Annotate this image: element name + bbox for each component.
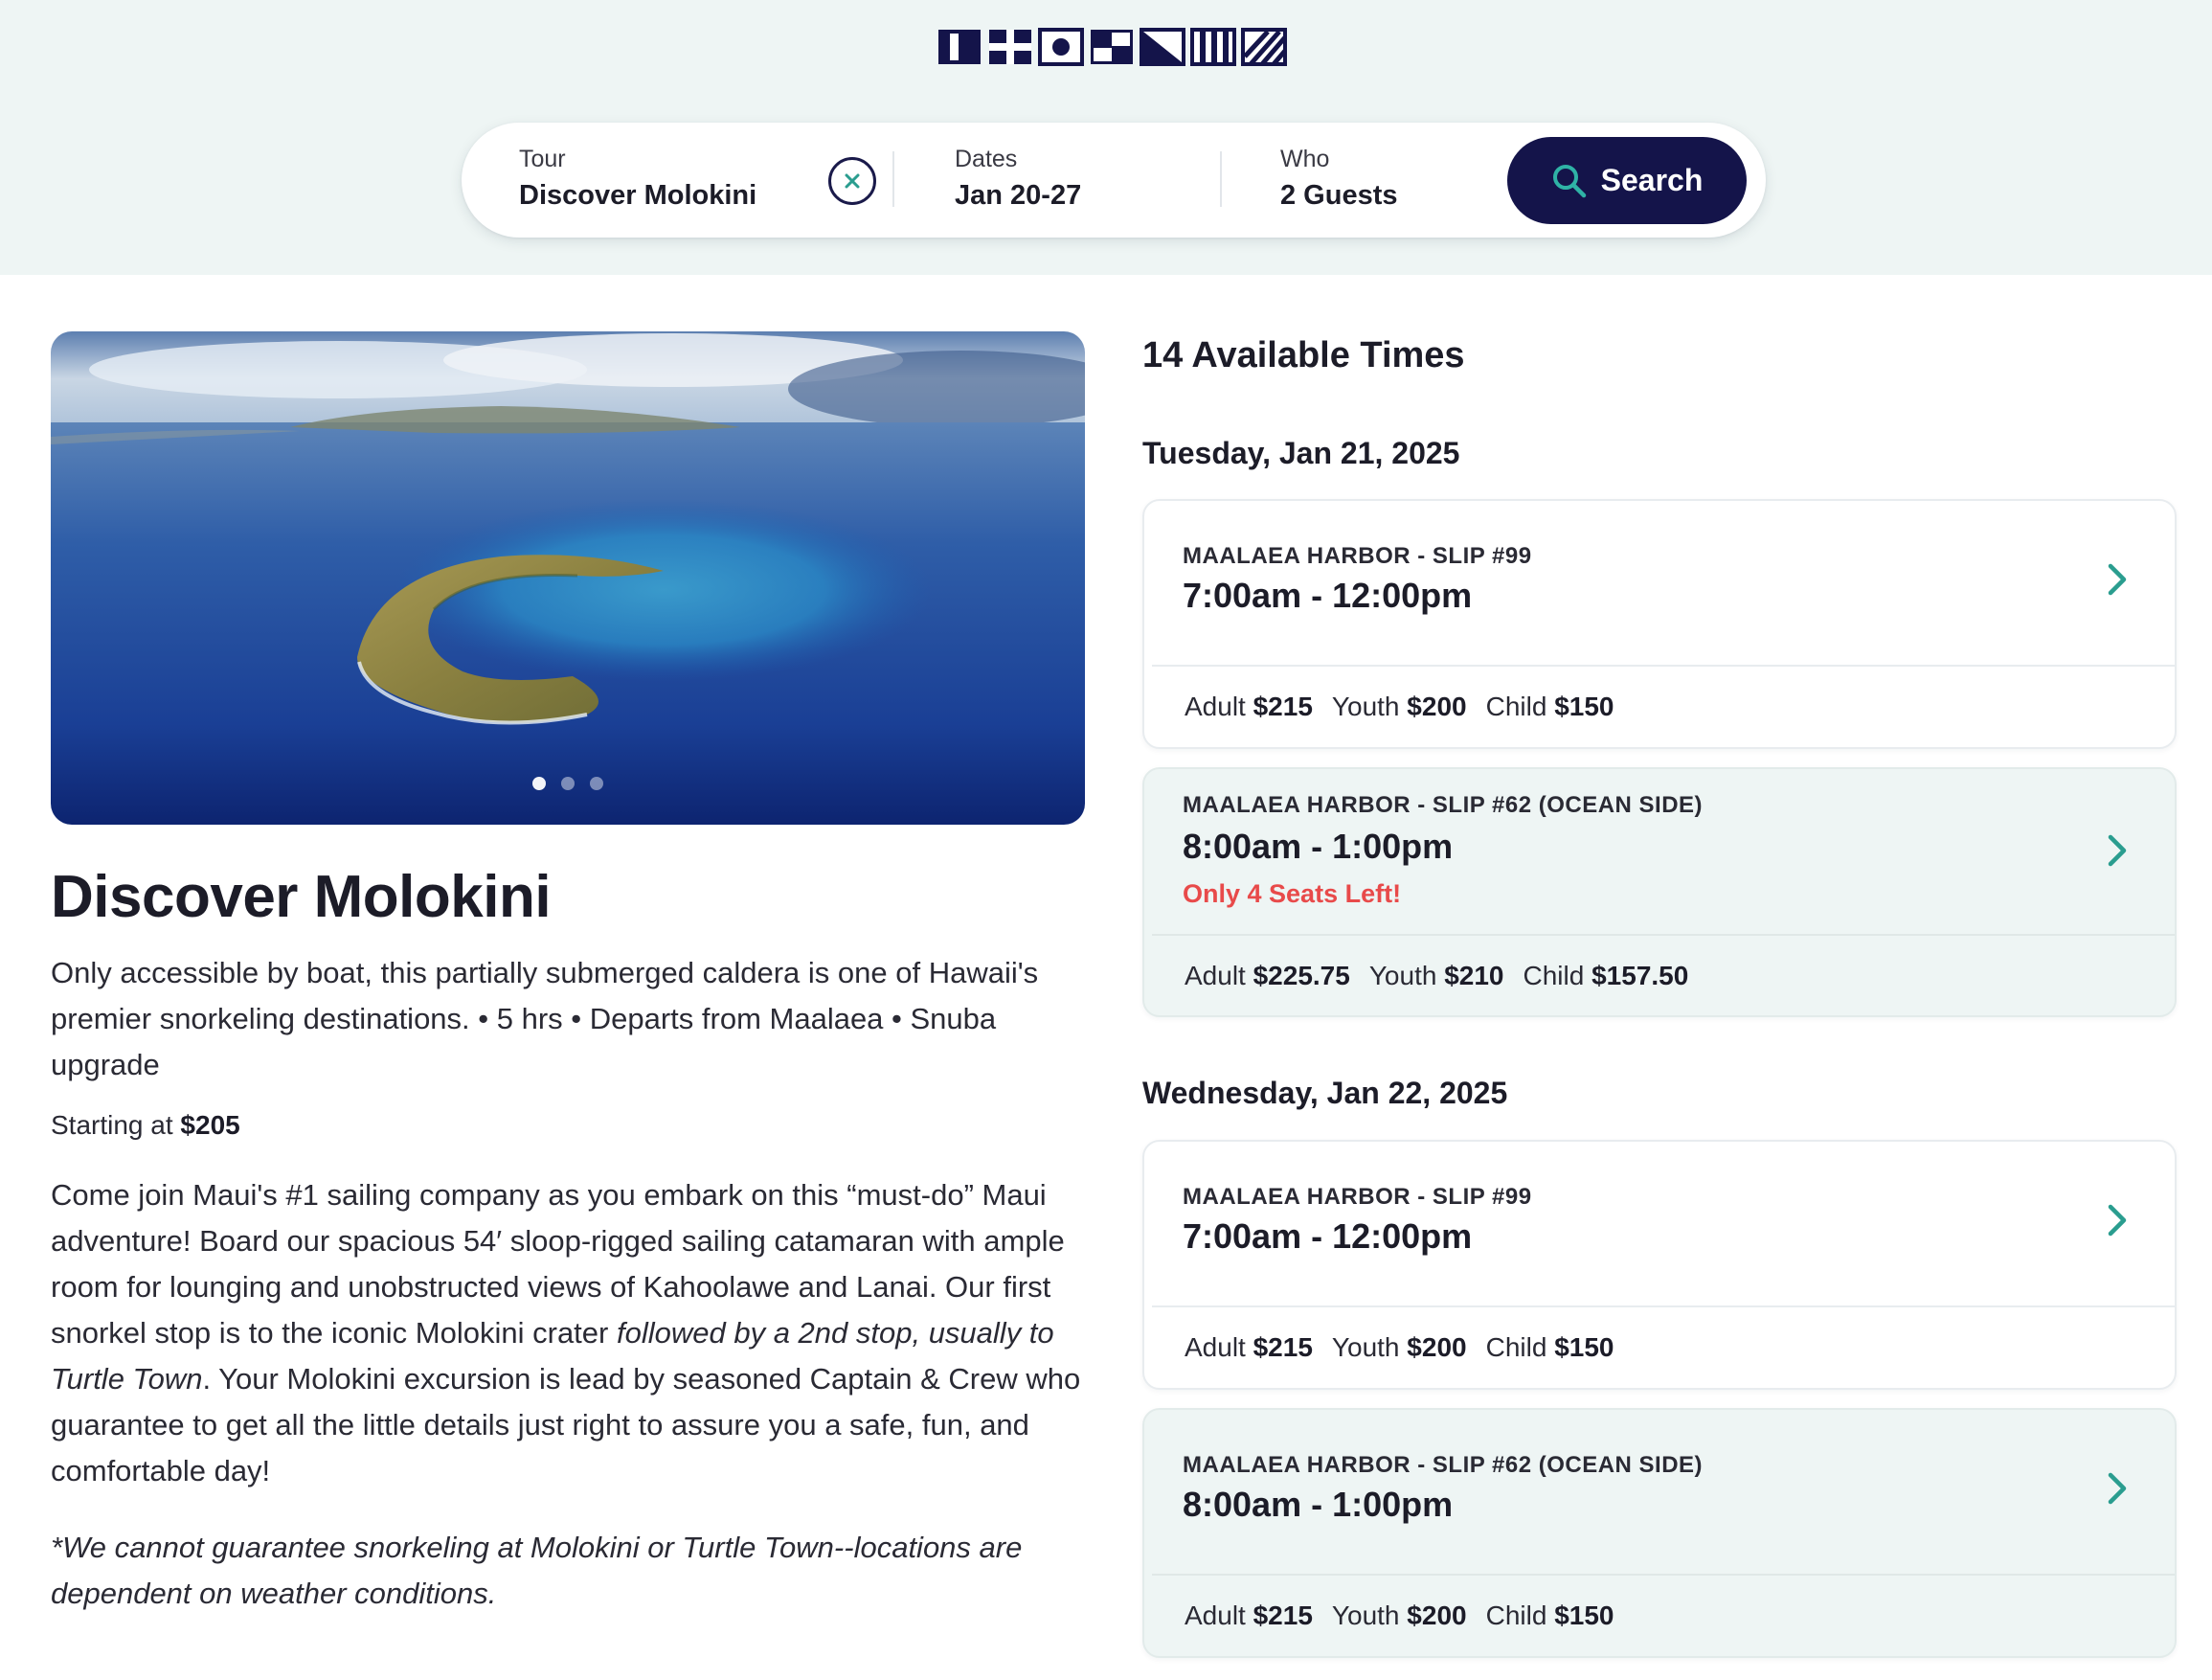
price-label: Youth (1331, 1332, 1400, 1362)
adult-price: Adult $225.75 (1185, 958, 1350, 994)
slot-time: 7:00am - 12:00pm (1183, 1216, 1473, 1256)
clear-tour-button[interactable] (828, 157, 876, 205)
price-value: $200 (1407, 1601, 1467, 1630)
price-label: Adult (1185, 692, 1246, 721)
header: Tour Discover Molokini Dates Jan 20-27 W… (0, 0, 2212, 275)
divider (1220, 151, 1222, 207)
divider (892, 151, 894, 207)
who-field[interactable]: Who 2 Guests (1280, 144, 1398, 215)
slot-location: MAALAEA HARBOR - SLIP #62 (OCEAN SIDE) (1183, 1452, 1704, 1478)
dates-value[interactable]: Jan 20-27 (955, 176, 1081, 215)
price-value: $157.50 (1591, 961, 1689, 990)
search-bar: Tour Discover Molokini Dates Jan 20-27 W… (462, 123, 1766, 238)
child-price: Child $150 (1486, 689, 1614, 725)
price-value: $150 (1554, 692, 1614, 721)
chevron-right-icon[interactable] (2103, 1201, 2132, 1239)
day-heading: Tuesday, Jan 21, 2025 (1142, 436, 1460, 470)
time-slot-card[interactable]: MAALAEA HARBOR - SLIP #62 (OCEAN SIDE) 8… (1142, 767, 2177, 1017)
price-label: Child (1485, 1332, 1547, 1362)
who-label: Who (1280, 146, 1330, 172)
close-icon (845, 173, 860, 189)
time-slot-card[interactable]: MAALAEA HARBOR - SLIP #62 (OCEAN SIDE) 8… (1142, 1408, 2177, 1658)
divider (1152, 1305, 2175, 1307)
price-label: Youth (1331, 1601, 1400, 1630)
adult-price: Adult $215 (1185, 1329, 1313, 1366)
tour-title: Discover Molokini (51, 864, 552, 930)
child-price: Child $150 (1486, 1329, 1614, 1366)
price-label: Child (1485, 1601, 1547, 1630)
time-slot-card[interactable]: MAALAEA HARBOR - SLIP #99 7:00am - 12:00… (1142, 499, 2177, 749)
price-value: $150 (1554, 1332, 1614, 1362)
adult-price: Adult $215 (1185, 689, 1313, 725)
dates-field[interactable]: Dates Jan 20-27 (955, 144, 1081, 215)
divider (1152, 1574, 2175, 1576)
divider (1152, 665, 2175, 667)
starting-price-value: $205 (180, 1110, 240, 1140)
slot-time: 8:00am - 1:00pm (1183, 827, 1454, 866)
slot-prices: Adult $215 Youth $200 Child $150 (1185, 1329, 1614, 1366)
nautical-signal-flags-logo[interactable] (937, 28, 1291, 66)
price-value: $150 (1554, 1601, 1614, 1630)
price-value: $200 (1407, 692, 1467, 721)
chevron-right-icon[interactable] (2103, 831, 2132, 870)
slot-prices: Adult $225.75 Youth $210 Child $157.50 (1185, 958, 1688, 994)
who-value[interactable]: 2 Guests (1280, 176, 1398, 215)
youth-price: Youth $210 (1369, 958, 1504, 994)
price-label: Youth (1331, 692, 1400, 721)
search-icon (1552, 164, 1586, 197)
child-price: Child $157.50 (1524, 958, 1689, 994)
slot-time: 7:00am - 12:00pm (1183, 576, 1473, 615)
tour-label: Tour (519, 146, 566, 172)
carousel-dots (51, 777, 1085, 790)
price-value: $215 (1253, 1601, 1313, 1630)
carousel-dot[interactable] (590, 777, 603, 790)
carousel-dot[interactable] (532, 777, 546, 790)
price-value: $215 (1253, 1332, 1313, 1362)
tour-description: Come join Maui's #1 sailing company as y… (51, 1172, 1095, 1494)
slot-location: MAALAEA HARBOR - SLIP #62 (OCEAN SIDE) (1183, 792, 1704, 818)
divider (1152, 934, 2175, 936)
search-button-label: Search (1600, 163, 1704, 197)
slot-prices: Adult $215 Youth $200 Child $150 (1185, 689, 1614, 725)
description-text: . Your Molokini excursion is lead by sea… (51, 1362, 1081, 1487)
time-slot-card[interactable]: MAALAEA HARBOR - SLIP #99 7:00am - 12:00… (1142, 1140, 2177, 1390)
price-label: Adult (1185, 1601, 1246, 1630)
molokini-aerial-photo (51, 331, 1085, 825)
price-label: Youth (1368, 961, 1437, 990)
slot-prices: Adult $215 Youth $200 Child $150 (1185, 1598, 1614, 1634)
youth-price: Youth $200 (1332, 1598, 1467, 1634)
price-value: $215 (1253, 692, 1313, 721)
child-price: Child $150 (1486, 1598, 1614, 1634)
price-value: $200 (1407, 1332, 1467, 1362)
youth-price: Youth $200 (1332, 689, 1467, 725)
slot-location: MAALAEA HARBOR - SLIP #99 (1183, 543, 1532, 569)
adult-price: Adult $215 (1185, 1598, 1313, 1634)
search-button[interactable]: Search (1507, 137, 1747, 224)
weather-disclaimer: *We cannot guarantee snorkeling at Molok… (51, 1531, 1023, 1610)
price-label: Child (1523, 961, 1585, 990)
price-label: Child (1485, 692, 1547, 721)
youth-price: Youth $200 (1332, 1329, 1467, 1366)
available-times-heading: 14 Available Times (1142, 335, 1465, 375)
day-heading: Wednesday, Jan 22, 2025 (1142, 1076, 1508, 1110)
starting-price-label: Starting at (51, 1110, 173, 1140)
slot-time: 8:00am - 1:00pm (1183, 1485, 1454, 1524)
tour-field[interactable]: Tour Discover Molokini (519, 144, 756, 215)
seats-left-alert: Only 4 Seats Left! (1183, 879, 1402, 908)
dates-label: Dates (955, 146, 1018, 172)
price-value: $225.75 (1253, 961, 1350, 990)
price-label: Adult (1185, 961, 1246, 990)
chevron-right-icon[interactable] (2103, 560, 2132, 599)
tour-value[interactable]: Discover Molokini (519, 176, 756, 215)
price-label: Adult (1185, 1332, 1246, 1362)
chevron-right-icon[interactable] (2103, 1469, 2132, 1508)
tour-image-carousel[interactable] (51, 331, 1085, 825)
tour-summary: Only accessible by boat, this partially … (51, 956, 1039, 1081)
price-value: $210 (1444, 961, 1504, 990)
starting-price: Starting at $205 (51, 1107, 240, 1144)
slot-location: MAALAEA HARBOR - SLIP #99 (1183, 1184, 1532, 1210)
carousel-dot[interactable] (561, 777, 575, 790)
